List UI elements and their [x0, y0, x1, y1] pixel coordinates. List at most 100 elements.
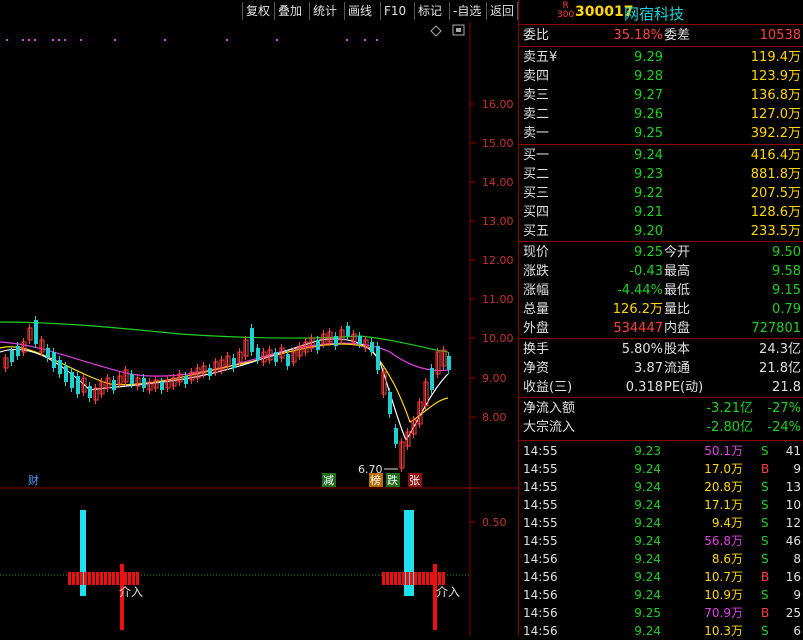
tick-volume: 56.8万 — [704, 534, 743, 548]
flow-pct: -27% — [767, 401, 801, 416]
fundamental-row: 换手 5.80% 股本 24.3亿 — [521, 340, 802, 359]
menu-stats[interactable]: 统计 — [309, 2, 340, 20]
ask-row: 卖二 9.26 127.0万 — [521, 105, 802, 124]
signal-block — [390, 572, 393, 585]
quote-value: 9.25 — [634, 245, 663, 260]
bid-price: 9.24 — [634, 148, 663, 163]
tick-volume: 17.0万 — [704, 462, 743, 476]
candle-body — [34, 320, 38, 344]
quote-panel: R 300 300017 网宿科技 委比 35.18% 委差 10538 卖五¥ 9… — [518, 0, 803, 638]
signal-block — [132, 572, 135, 585]
candle-body — [394, 428, 398, 444]
tick-row: 14:55 9.24 17.0万 B 9 — [521, 460, 802, 478]
quote-label-2: 内盘 — [664, 321, 691, 336]
ask-volume: 123.9万 — [750, 69, 801, 84]
candle-body — [10, 350, 14, 362]
candle-body — [46, 348, 50, 358]
signal-block — [394, 572, 397, 585]
menu-f10[interactable]: F10 — [380, 2, 409, 20]
signal-block — [112, 572, 115, 585]
menu-fuquan[interactable]: 复权 — [242, 2, 273, 20]
tick-price: 9.24 — [634, 462, 661, 476]
signal-block — [426, 572, 429, 585]
indicator-tick: 0.50 — [482, 516, 507, 529]
bid-row: 买四 9.21 128.6万 — [521, 203, 802, 222]
ask-row: 卖一 9.25 392.2万 — [521, 124, 802, 143]
menu-overlay[interactable]: 叠加 — [274, 2, 305, 20]
weibi-row: 委比 35.18% 委差 10538 — [521, 26, 802, 45]
candle-body — [64, 366, 68, 382]
tick-time: 14:56 — [523, 552, 558, 566]
tick-time: 14:55 — [523, 444, 558, 458]
tick-count: 16 — [785, 570, 801, 584]
tick-row: 14:56 9.24 10.3万 S 6 — [521, 622, 802, 640]
price-tick-11: 11.00 — [482, 293, 514, 306]
stock-name: 网宿科技 — [624, 5, 685, 23]
ask-volume: 119.4万 — [750, 50, 801, 65]
quote-row: 涨幅 -4.44% 最低 9.15 — [521, 281, 802, 300]
candle-body — [256, 348, 260, 360]
tick-count: 25 — [785, 606, 801, 620]
diamond-icon[interactable] — [430, 25, 442, 37]
signal-block — [430, 572, 433, 585]
tick-side: S — [761, 498, 769, 512]
signal-block — [72, 572, 75, 585]
fundamental-label-2: 股本 — [664, 342, 691, 357]
candle-body — [88, 386, 92, 398]
price-tick-14: 14.00 — [482, 176, 514, 189]
signal-block — [76, 572, 79, 585]
tick-row: 14:55 9.24 9.4万 S 12 — [521, 514, 802, 532]
jieru-label-2: 介入 — [436, 585, 460, 599]
menu-mark[interactable]: 标记 — [414, 2, 445, 20]
tick-side: S — [761, 624, 769, 638]
bid-volume: 881.8万 — [750, 167, 801, 182]
fundamental-value-2: 21.8亿 — [759, 361, 801, 376]
price-tick-16: 16.00 — [482, 98, 514, 111]
tick-time: 14:56 — [523, 570, 558, 584]
weibi-value: 35.18% — [613, 28, 663, 43]
tick-row: 14:56 9.25 70.9万 B 25 — [521, 604, 802, 622]
ask-label: 卖四 — [523, 69, 550, 84]
tick-time: 14:56 — [523, 588, 558, 602]
signal-block — [100, 572, 103, 585]
signal-block — [96, 572, 99, 585]
quote-value: -4.44% — [617, 283, 663, 298]
tick-volume: 50.1万 — [704, 444, 743, 458]
price-tick-8: 8.00 — [482, 411, 507, 424]
flow-label: 大宗流入 — [523, 420, 576, 435]
flow-row: 大宗流入 -2.80亿 -24% — [521, 418, 802, 437]
candle-body — [388, 392, 392, 414]
candle-body — [370, 342, 374, 352]
menu-draw[interactable]: 画线 — [344, 2, 375, 20]
badge-zhang: 张 — [409, 474, 420, 487]
candle-body — [52, 352, 56, 368]
ask-volume: 392.2万 — [750, 126, 801, 141]
flow-pct: -24% — [767, 420, 801, 435]
tick-volume: 10.9万 — [704, 588, 743, 602]
menu-watchlist[interactable]: -自选 — [449, 2, 484, 20]
tick-price: 9.24 — [634, 516, 661, 530]
menu-back[interactable]: 返回 — [486, 2, 518, 20]
signal-dots — [6, 39, 378, 41]
stock-badge: R 300 — [557, 1, 575, 20]
fundamental-value: 3.87 — [634, 361, 663, 376]
bid-volume: 207.5万 — [750, 186, 801, 201]
tick-side: S — [761, 516, 769, 530]
ask-label: 卖二 — [523, 107, 550, 122]
candlestick-chart[interactable]: 16.00 15.00 14.00 13.00 12.00 11.00 10.0… — [0, 22, 518, 636]
quote-row: 涨跌 -0.43 最高 9.58 — [521, 262, 802, 281]
quote-label: 现价 — [523, 245, 550, 260]
bid-label: 买二 — [523, 167, 550, 182]
bid-row: 买一 9.24 416.4万 — [521, 146, 802, 165]
fundamental-label: 换手 — [523, 342, 550, 357]
quote-value: 126.2万 — [612, 302, 663, 317]
tick-time: 14:55 — [523, 516, 558, 530]
tick-time: 14:55 — [523, 534, 558, 548]
tick-price: 9.24 — [634, 534, 661, 548]
candle-body — [70, 372, 74, 388]
fundamental-label: 收益(三) — [523, 380, 573, 395]
flow-value: -2.80亿 — [706, 420, 753, 435]
signal-block — [382, 572, 385, 585]
tick-volume: 70.9万 — [704, 606, 743, 620]
signal-block — [136, 572, 139, 585]
